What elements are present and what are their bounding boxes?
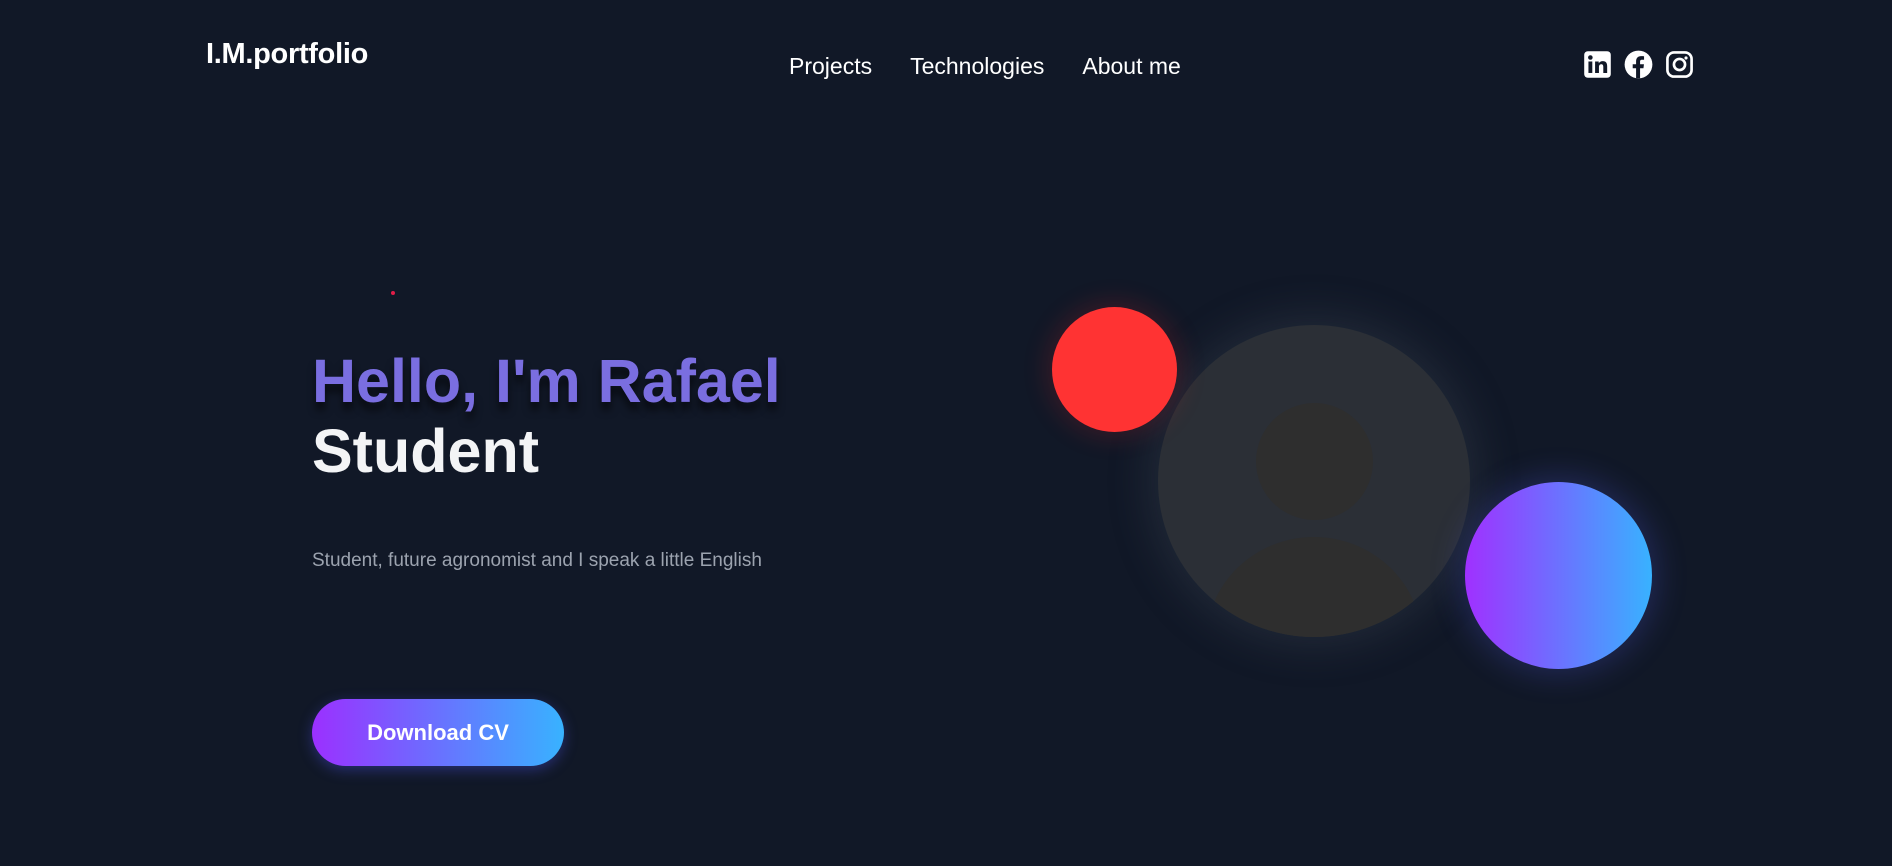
avatar-head: [1256, 403, 1373, 520]
decorative-gradient-circle: [1465, 482, 1652, 669]
avatar-body: [1206, 537, 1422, 637]
hero-role: Student: [312, 417, 540, 485]
instagram-icon[interactable]: [1665, 50, 1694, 79]
main-nav: Projects Technologies About me: [789, 51, 1181, 81]
decorative-dot: [391, 291, 395, 295]
nav-technologies[interactable]: Technologies: [910, 51, 1044, 81]
page: I.M.portfolio Projects Technologies Abou…: [0, 0, 1892, 866]
site-logo[interactable]: I.M.portfolio: [206, 38, 368, 71]
hero-description: Student, future agronomist and I speak a…: [312, 550, 762, 571]
nav-about-me[interactable]: About me: [1082, 51, 1180, 81]
decorative-red-circle: [1052, 307, 1177, 432]
avatar-placeholder: [1158, 325, 1470, 637]
hero-greeting: Hello, I'm Rafael: [312, 347, 781, 415]
linkedin-icon[interactable]: [1583, 50, 1612, 79]
social-links: [1583, 50, 1694, 79]
nav-projects[interactable]: Projects: [789, 51, 872, 81]
facebook-icon[interactable]: [1624, 50, 1653, 79]
download-cv-button[interactable]: Download CV: [312, 699, 564, 766]
